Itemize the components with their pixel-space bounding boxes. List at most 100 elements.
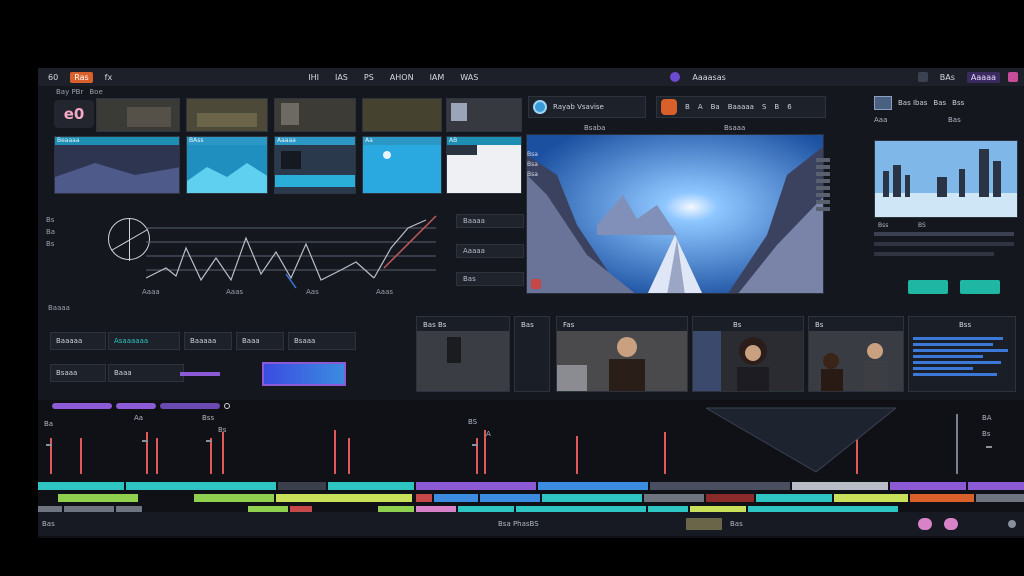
- menu-item[interactable]: BAs: [936, 72, 959, 83]
- keyframe-marker[interactable]: [576, 436, 578, 474]
- flame-icon[interactable]: [661, 99, 677, 115]
- timeline-clip[interactable]: [194, 494, 274, 502]
- color-wheel[interactable]: [108, 218, 150, 261]
- tool-button[interactable]: Ba: [711, 103, 720, 111]
- timeline-clip[interactable]: [910, 494, 974, 502]
- effect-option[interactable]: Baaaaa: [184, 332, 232, 350]
- keyframe-marker[interactable]: [334, 430, 336, 474]
- video-preview[interactable]: Bsa Bsa Bsa: [526, 134, 824, 294]
- timeline-clip[interactable]: [276, 494, 412, 502]
- property-row[interactable]: [874, 232, 1014, 236]
- clip-panel[interactable]: Fas: [556, 316, 688, 392]
- track-pill[interactable]: [116, 403, 156, 409]
- keyframe-marker[interactable]: [348, 438, 350, 474]
- property-row[interactable]: [874, 252, 994, 256]
- monitor-icon[interactable]: [874, 96, 892, 110]
- menu-item[interactable]: AHON: [386, 72, 418, 83]
- user-icon[interactable]: [1008, 72, 1019, 82]
- menu-item[interactable]: Ras: [70, 71, 93, 83]
- menu-item[interactable]: IHI: [304, 72, 323, 83]
- effect-option[interactable]: Bsaaa: [288, 332, 356, 350]
- stop-icon[interactable]: [531, 279, 541, 289]
- timeline[interactable]: Ba Aa Bss Bs BS A BA Bs Bas Bsa PhasBS B…: [38, 400, 1024, 538]
- effect-level[interactable]: [180, 372, 220, 376]
- keyframe-marker[interactable]: [80, 438, 82, 474]
- close-icon[interactable]: [224, 403, 230, 409]
- media-thumbnail[interactable]: [446, 98, 522, 132]
- timeline-clip[interactable]: [792, 482, 888, 490]
- media-thumbnail[interactable]: Beaaaa: [54, 136, 180, 194]
- menu-item[interactable]: fx: [101, 72, 117, 83]
- media-thumbnail[interactable]: [362, 98, 442, 132]
- media-thumbnail[interactable]: Rs: [96, 98, 180, 132]
- timeline-clip[interactable]: [968, 482, 1024, 490]
- record-button[interactable]: [918, 518, 932, 530]
- effect-option[interactable]: Baaa: [108, 364, 184, 382]
- clip-panel[interactable]: Bs: [808, 316, 904, 392]
- graph-button[interactable]: Baaaa: [456, 214, 524, 228]
- timeline-clip[interactable]: [38, 482, 124, 490]
- tab-bay[interactable]: Bay PBr: [56, 88, 83, 96]
- effect-option[interactable]: Bsaaa: [50, 364, 106, 382]
- effect-option[interactable]: Asaaaaaa: [108, 332, 180, 350]
- media-thumbnail[interactable]: BAss: [186, 136, 268, 194]
- graph-button[interactable]: Aaaaa: [456, 244, 524, 258]
- preview-scrollbar[interactable]: [816, 158, 830, 238]
- keyframe-marker[interactable]: [146, 432, 148, 474]
- menu-item[interactable]: IAS: [331, 72, 352, 83]
- timeline-clip[interactable]: [650, 482, 790, 490]
- track-pill[interactable]: [52, 403, 112, 409]
- media-thumbnail[interactable]: Aaaaa: [274, 136, 356, 194]
- keyframe-marker[interactable]: [210, 438, 212, 474]
- track-pill[interactable]: [160, 403, 220, 409]
- menu-item[interactable]: Aaaaa: [966, 71, 1001, 83]
- timeline-clip[interactable]: [542, 494, 642, 502]
- menu-item[interactable]: PS: [360, 72, 378, 83]
- menu-item[interactable]: WAS: [456, 72, 482, 83]
- keyframe-marker[interactable]: [484, 430, 486, 474]
- tool-button[interactable]: S: [762, 103, 766, 111]
- timeline-clip[interactable]: [834, 494, 908, 502]
- timeline-clip[interactable]: [434, 494, 478, 502]
- timeline-clip[interactable]: [58, 494, 138, 502]
- keyframe-marker[interactable]: [222, 432, 224, 474]
- thumbnail-chip[interactable]: [686, 518, 722, 530]
- settings-icon[interactable]: [1008, 520, 1016, 528]
- tool-button[interactable]: B: [685, 103, 690, 111]
- tool-button[interactable]: Baaaaa: [728, 103, 754, 111]
- media-thumbnail[interactable]: [274, 98, 356, 132]
- city-thumbnail[interactable]: [874, 140, 1018, 218]
- timeline-clip[interactable]: [644, 494, 704, 502]
- timeline-clip[interactable]: [328, 482, 414, 490]
- square-icon[interactable]: [917, 72, 928, 82]
- clip-panel[interactable]: Bss: [908, 316, 1016, 392]
- waveform-graph[interactable]: [146, 208, 446, 298]
- timeline-clip[interactable]: [416, 494, 432, 502]
- effect-gradient[interactable]: [262, 362, 346, 386]
- timeline-clip[interactable]: [480, 494, 540, 502]
- graph-button[interactable]: Bas: [456, 272, 524, 286]
- circle-icon[interactable]: [670, 72, 681, 82]
- tool-button[interactable]: B: [774, 103, 779, 111]
- menu-item[interactable]: IAM: [426, 72, 449, 83]
- timeline-clip[interactable]: [416, 482, 536, 490]
- tab-boe[interactable]: Boe: [89, 88, 102, 96]
- apply-button[interactable]: [908, 280, 948, 294]
- play-button[interactable]: [944, 518, 958, 530]
- clip-panel[interactable]: Bs: [692, 316, 804, 392]
- effect-option[interactable]: Baaa: [236, 332, 284, 350]
- timeline-clip[interactable]: [538, 482, 648, 490]
- timeline-clip[interactable]: [126, 482, 276, 490]
- timeline-clip[interactable]: [890, 482, 966, 490]
- confirm-button[interactable]: [960, 280, 1000, 294]
- media-thumbnail[interactable]: [186, 98, 268, 132]
- keyframe-marker[interactable]: [664, 432, 666, 474]
- timeline-clip[interactable]: [278, 482, 326, 490]
- timeline-clip[interactable]: [976, 494, 1024, 502]
- menu-item[interactable]: Aaaasas: [688, 72, 729, 83]
- effect-option[interactable]: Baaaaa: [50, 332, 106, 350]
- timeline-clip[interactable]: [706, 494, 754, 502]
- media-thumbnail[interactable]: Aa: [362, 136, 442, 194]
- media-thumbnail[interactable]: AB: [446, 136, 522, 194]
- timeline-clip[interactable]: [756, 494, 832, 502]
